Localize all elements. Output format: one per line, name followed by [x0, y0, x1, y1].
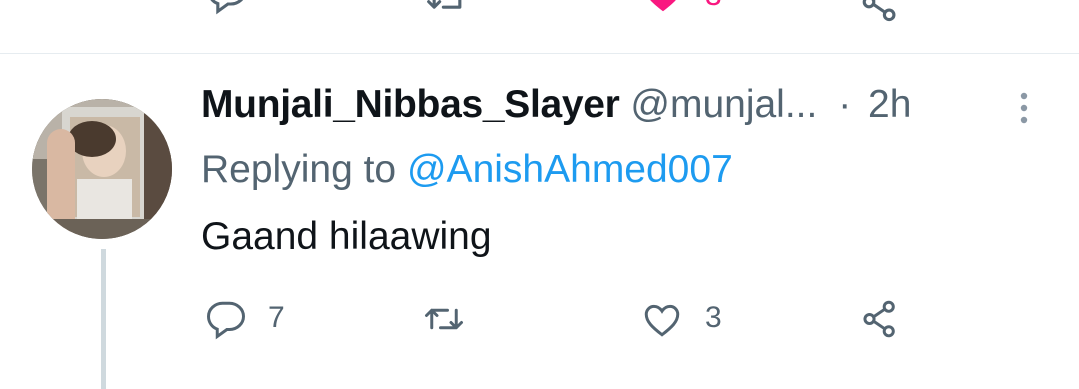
replying-to-mention[interactable]: @AnishAhmed007 — [407, 148, 733, 191]
like-icon[interactable] — [640, 298, 684, 340]
share-icon[interactable] — [858, 0, 902, 24]
retweet-icon[interactable] — [422, 298, 466, 340]
previous-like-count: 3 — [705, 0, 722, 14]
reply-tweet[interactable]: Munjali_Nibbas_Slayer @munjal... · 2h Re… — [0, 54, 1079, 389]
tweet-text: Gaand hilaawing — [201, 215, 492, 258]
tweet-actions: 7 3 — [0, 284, 1079, 344]
user-handle[interactable]: @munjal... — [630, 83, 817, 126]
replying-to: Replying to @AnishAhmed007 — [201, 147, 733, 193]
like-count: 3 — [705, 301, 722, 334]
replying-prefix: Replying to — [201, 148, 397, 191]
reply-icon[interactable] — [205, 0, 249, 16]
retweet-icon[interactable] — [425, 0, 469, 20]
timestamp[interactable]: 2h — [868, 83, 911, 126]
reply-count: 7 — [268, 301, 285, 334]
share-icon[interactable] — [858, 298, 902, 340]
more-icon[interactable] — [1017, 90, 1031, 126]
avatar-photo — [32, 99, 172, 239]
display-name[interactable]: Munjali_Nibbas_Slayer — [201, 83, 620, 126]
like-icon-active[interactable] — [640, 0, 686, 16]
previous-tweet-actions: 3 — [0, 0, 1079, 30]
separator-dot: · — [838, 83, 852, 126]
tweet-header: Munjali_Nibbas_Slayer @munjal... · 2h — [201, 82, 911, 128]
reply-icon[interactable] — [205, 298, 247, 340]
avatar[interactable] — [32, 99, 172, 239]
